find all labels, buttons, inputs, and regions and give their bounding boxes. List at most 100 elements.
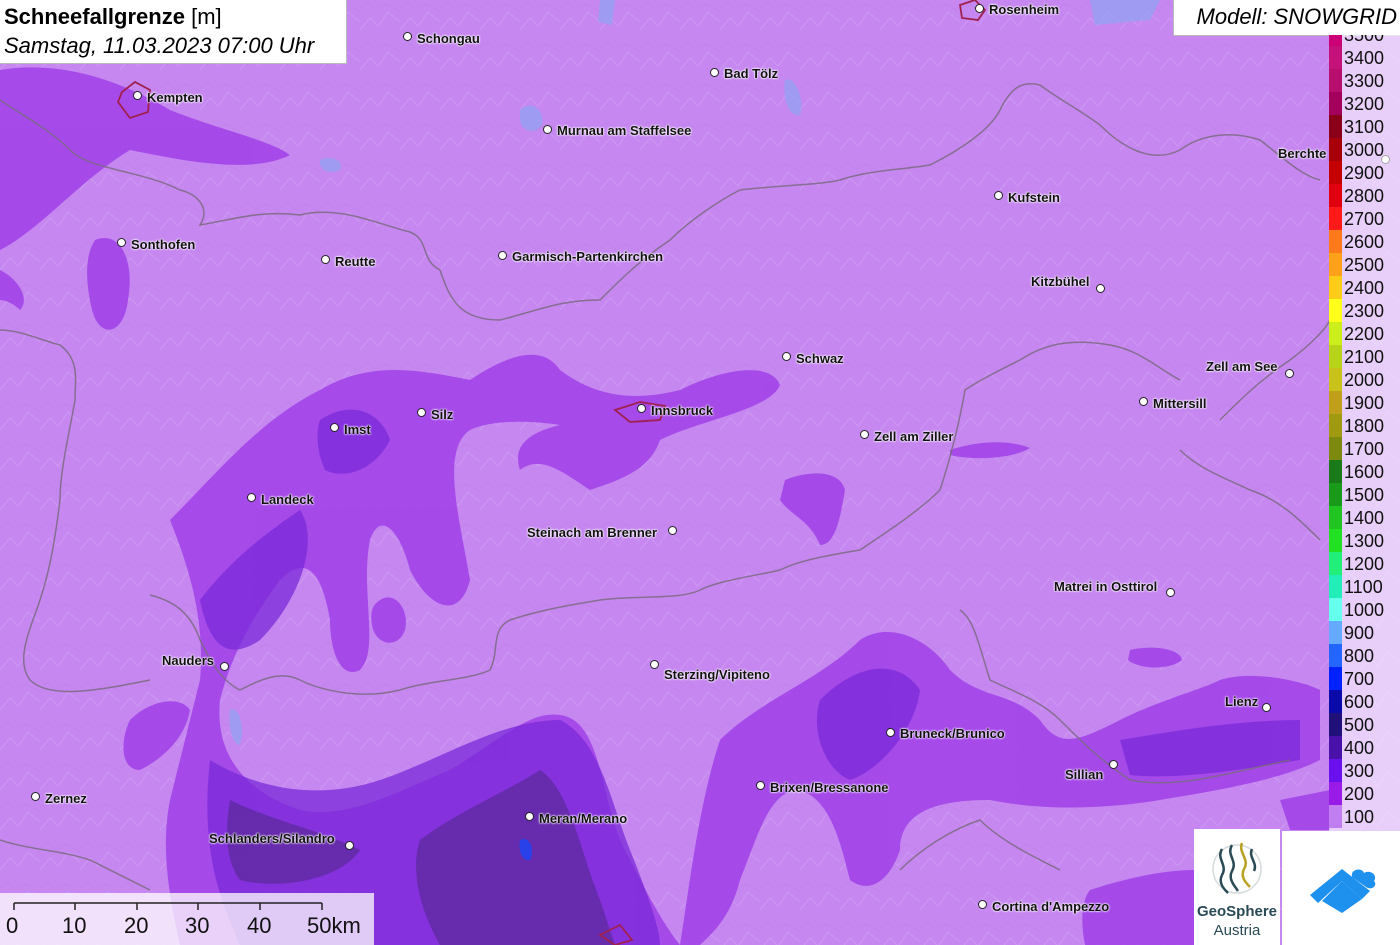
city-label: Zell am Ziller <box>874 429 954 444</box>
city-marker-icon[interactable] <box>1285 369 1294 378</box>
city-marker-icon[interactable] <box>756 781 765 790</box>
legend-label: 1900 <box>1344 393 1385 413</box>
city-marker-icon[interactable] <box>975 4 984 13</box>
legend-swatch <box>1329 690 1342 713</box>
geosphere-austria-logo[interactable]: GeoSphere Austria <box>1194 829 1280 945</box>
legend-swatch <box>1329 322 1342 345</box>
model-label: Modell: SNOWGRID <box>1196 4 1397 29</box>
city-marker-icon[interactable] <box>543 125 552 134</box>
city-label: Landeck <box>261 492 314 507</box>
city-marker-icon[interactable] <box>668 526 677 535</box>
legend-swatch <box>1329 299 1342 322</box>
legend-label: 1200 <box>1344 554 1385 574</box>
scale-tick-label: 50km <box>307 913 361 938</box>
legend-label: 1600 <box>1344 462 1385 482</box>
city-marker-icon[interactable] <box>994 191 1003 200</box>
city-marker-icon[interactable] <box>1096 284 1105 293</box>
legend-swatch <box>1329 69 1342 92</box>
city-label: Zernez <box>45 791 87 806</box>
legend-label: 3100 <box>1344 117 1385 137</box>
legend-swatch <box>1329 207 1342 230</box>
legend-swatch <box>1329 92 1342 115</box>
city-marker-icon[interactable] <box>782 352 791 361</box>
city-marker-icon[interactable] <box>637 404 646 413</box>
city-marker-icon[interactable] <box>1166 588 1175 597</box>
legend-label: 800 <box>1344 646 1375 666</box>
city-label: Steinach am Brenner <box>527 525 658 540</box>
city-marker-icon[interactable] <box>403 32 412 41</box>
legend-label: 2700 <box>1344 209 1385 229</box>
legend-label: 1400 <box>1344 508 1385 528</box>
legend-label: 2200 <box>1344 324 1385 344</box>
geosphere-logo-text: GeoSphere <box>1196 903 1278 920</box>
city-label: Garmisch-Partenkirchen <box>512 249 664 264</box>
legend-label: 300 <box>1344 761 1375 781</box>
map-datetime: Samstag, 11.03.2023 07:00 Uhr <box>4 33 315 58</box>
scale-tick-label: 0 <box>6 913 19 938</box>
snowline-map[interactable] <box>0 0 1400 945</box>
city-marker-icon[interactable] <box>1109 760 1118 769</box>
scale-bar: 0 10 20 30 40 50km <box>0 893 374 945</box>
city-label: Bruneck/Brunico <box>900 726 1005 741</box>
legend-label: 200 <box>1344 784 1375 804</box>
legend-label: 3300 <box>1344 71 1385 91</box>
city-marker-icon[interactable] <box>330 423 339 432</box>
legend-label: 2500 <box>1344 255 1385 275</box>
city-label: Kitzbühel <box>1031 274 1090 289</box>
city-label: Murnau am Staffelsee <box>557 123 692 138</box>
legend-swatch <box>1329 644 1342 667</box>
city-label: Bad Tölz <box>724 66 779 81</box>
legend-swatch <box>1329 276 1342 299</box>
legend-label: 2000 <box>1344 370 1385 390</box>
city-label: Nauders <box>162 653 215 668</box>
city-marker-icon[interactable] <box>417 408 426 417</box>
legend-label: 700 <box>1344 669 1375 689</box>
legend-swatch <box>1329 368 1342 391</box>
snowgrid-logo[interactable] <box>1282 831 1400 945</box>
legend-swatch <box>1329 805 1342 828</box>
legend-swatch <box>1329 115 1342 138</box>
city-marker-icon[interactable] <box>220 662 229 671</box>
legend-swatch <box>1329 253 1342 276</box>
city-marker-icon[interactable] <box>133 91 142 100</box>
scale-tick-label: 10 <box>62 913 87 938</box>
city-marker-icon[interactable] <box>525 812 534 821</box>
city-marker-icon[interactable] <box>321 255 330 264</box>
city-label: Schlanders/Silandro <box>209 831 335 846</box>
legend-swatch <box>1329 46 1342 69</box>
color-legend: 3500 3400 3300 3200 3100 3000 2900 2800 2700 2600… <box>1329 35 1400 831</box>
austria-logo-text: Austria <box>1213 922 1261 939</box>
city-label: Brixen/Bressanone <box>770 780 889 795</box>
city-label: Mittersill <box>1153 396 1207 411</box>
city-marker-icon[interactable] <box>710 68 719 77</box>
city-marker-icon[interactable] <box>247 493 256 502</box>
legend-swatch <box>1329 138 1342 161</box>
legend-label: 2400 <box>1344 278 1385 298</box>
legend-label: 1100 <box>1344 577 1383 597</box>
legend-label: 1700 <box>1344 439 1385 459</box>
city-marker-icon[interactable] <box>978 900 987 909</box>
legend-label: 3200 <box>1344 94 1385 114</box>
city-marker-icon[interactable] <box>117 238 126 247</box>
city-marker-icon[interactable] <box>860 430 869 439</box>
legend-swatch <box>1329 598 1342 621</box>
city-marker-icon[interactable] <box>345 841 354 850</box>
legend-label: 400 <box>1344 738 1375 758</box>
city-marker-icon[interactable] <box>650 660 659 669</box>
city-marker-icon[interactable] <box>1262 703 1271 712</box>
legend-swatch <box>1329 391 1342 414</box>
legend-label: 500 <box>1344 715 1375 735</box>
legend-swatch <box>1329 483 1342 506</box>
city-marker-icon[interactable] <box>1139 397 1148 406</box>
legend-label: 600 <box>1344 692 1375 712</box>
legend-swatch <box>1329 184 1342 207</box>
city-marker-icon[interactable] <box>886 728 895 737</box>
city-label: Reutte <box>335 254 376 269</box>
legend-label: 2600 <box>1344 232 1385 252</box>
city-label: Sillian <box>1065 767 1104 782</box>
city-label: Imst <box>344 422 371 437</box>
city-marker-icon[interactable] <box>31 792 40 801</box>
city-marker-icon[interactable] <box>498 251 507 260</box>
legend-swatch <box>1329 575 1342 598</box>
city-label: Schongau <box>417 31 480 46</box>
